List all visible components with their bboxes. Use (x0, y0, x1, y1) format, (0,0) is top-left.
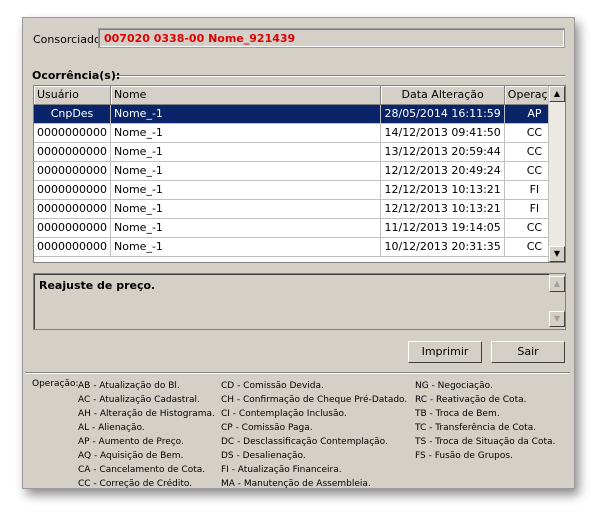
cell-data-alteracao: 13/12/2013 20:59:44 (380, 142, 505, 162)
legend-item: CC - Correção de Crédito. (78, 479, 193, 489)
legend-label: Operação: (32, 379, 79, 389)
table-row[interactable]: CnpDes Nome_-1 28/05/2014 16:11:59 AP (34, 104, 565, 124)
cell-nome: Nome_-1 (110, 142, 382, 162)
legend-column-2: CD - Comissão Devida. CH - Confirmação d… (221, 379, 407, 491)
legend-item: CP - Comissão Paga. (221, 423, 313, 433)
scroll-up-arrow-icon[interactable]: ▲ (549, 86, 565, 102)
cell-usuario: 0000000000 (34, 123, 111, 143)
cell-usuario: 0000000000 (34, 218, 111, 238)
cell-usuario: CnpDes (34, 104, 111, 124)
ocorrencias-title: Ocorrência(s): (32, 69, 121, 82)
memo-vertical-scrollbar[interactable]: ▲ ▼ (549, 274, 565, 329)
consorciado-label: Consorciado: (33, 33, 105, 46)
legend-column-1: AB - Atualização do Bl. AC - Atualização… (78, 379, 215, 491)
ocorrencias-divider (115, 75, 565, 77)
ocorrencias-grid[interactable]: Usuário Nome Data Alteração Operação Cnp… (33, 85, 566, 263)
table-row[interactable]: 0000000000 Nome_-1 12/12/2013 10:13:21 FI (34, 180, 565, 200)
memo-scroll-down-arrow-icon[interactable]: ▼ (549, 311, 565, 327)
legend-item: CA - Cancelamento de Cota. (78, 465, 206, 475)
legend-item: TB - Troca de Bem. (415, 409, 500, 419)
legend-item: NG - Negociação. (415, 381, 493, 391)
legend-item: AL - Alienação. (78, 423, 145, 433)
legend-separator (25, 372, 570, 374)
cell-usuario: 0000000000 (34, 199, 111, 219)
consorciado-value: 007020 0338-00 Nome_921439 (104, 32, 296, 45)
legend-item: RC - Reativação de Cota. (415, 395, 527, 405)
column-header-usuario[interactable]: Usuário (34, 86, 111, 105)
legend-item: AH - Alteração de Histograma. (78, 409, 215, 419)
cell-data-alteracao: 10/12/2013 20:31:35 (380, 237, 505, 257)
table-row[interactable]: 0000000000 Nome_-1 14/12/2013 09:41:50 CC (34, 123, 565, 143)
memo-text: Reajuste de preço. (39, 279, 156, 292)
exit-button[interactable]: Sair (491, 341, 565, 363)
cell-nome: Nome_-1 (110, 199, 382, 219)
cell-usuario: 0000000000 (34, 161, 111, 181)
grid-vertical-scrollbar[interactable]: ▲ ▼ (548, 86, 565, 262)
legend-item: AQ - Aquisição de Bem. (78, 451, 184, 461)
print-button[interactable]: Imprimir (408, 341, 482, 363)
table-row[interactable]: 0000000000 Nome_-1 11/12/2013 19:14:05 CC (34, 218, 565, 238)
cell-usuario: 0000000000 (34, 237, 111, 257)
consorciado-field: 007020 0338-00 Nome_921439 (98, 28, 565, 48)
cell-nome: Nome_-1 (110, 237, 382, 257)
cell-data-alteracao: 14/12/2013 09:41:50 (380, 123, 505, 143)
legend-item: TC - Transferência de Cota. (415, 423, 537, 433)
legend-item: TS - Troca de Situação da Cota. (415, 437, 556, 447)
table-row[interactable]: 0000000000 Nome_-1 13/12/2013 20:59:44 CC (34, 142, 565, 162)
consorciado-window: Consorciado: 007020 0338-00 Nome_921439 … (22, 17, 575, 489)
legend-item: CD - Comissão Devida. (221, 381, 324, 391)
legend-item: FI - Atualização Financeira. (221, 465, 342, 475)
cell-usuario: 0000000000 (34, 180, 111, 200)
memo-scroll-up-arrow-icon[interactable]: ▲ (549, 276, 565, 292)
observacao-memo[interactable]: Reajuste de preço. ▲ ▼ (33, 273, 566, 330)
cell-usuario: 0000000000 (34, 142, 111, 162)
legend-item: AB - Atualização do Bl. (78, 381, 180, 391)
table-row[interactable]: 0000000000 Nome_-1 10/12/2013 20:31:35 CC (34, 237, 565, 257)
cell-data-alteracao: 28/05/2014 16:11:59 (380, 104, 505, 124)
legend-item: MA - Manutenção de Assembleia. (221, 479, 371, 489)
cell-data-alteracao: 12/12/2013 10:13:21 (380, 199, 505, 219)
legend-item: FS - Fusão de Grupos. (415, 451, 513, 461)
ocorrencias-table: Usuário Nome Data Alteração Operação Cnp… (34, 86, 565, 257)
column-header-nome[interactable]: Nome (110, 86, 382, 105)
legend-item: DS - Desalienação. (221, 451, 306, 461)
cell-data-alteracao: 12/12/2013 20:49:24 (380, 161, 505, 181)
cell-nome: Nome_-1 (110, 161, 382, 181)
legend-item: AP - Aumento de Preço. (78, 437, 184, 447)
legend-item: DC - Desclassificação Contemplação. (221, 437, 388, 447)
cell-nome: Nome_-1 (110, 104, 382, 124)
column-header-data-alteracao[interactable]: Data Alteração (380, 86, 505, 105)
cell-nome: Nome_-1 (110, 123, 382, 143)
table-row[interactable]: 0000000000 Nome_-1 12/12/2013 10:13:21 FI (34, 199, 565, 219)
legend-item: AC - Atualização Cadastral. (78, 395, 200, 405)
cell-nome: Nome_-1 (110, 180, 382, 200)
table-row[interactable]: 0000000000 Nome_-1 12/12/2013 20:49:24 CC (34, 161, 565, 181)
scroll-down-arrow-icon[interactable]: ▼ (549, 246, 565, 262)
cell-data-alteracao: 12/12/2013 10:13:21 (380, 180, 505, 200)
legend-item: CI - Contemplação Inclusão. (221, 409, 347, 419)
cell-nome: Nome_-1 (110, 218, 382, 238)
legend-item: CH - Confirmação de Cheque Pré-Datado. (221, 395, 408, 405)
cell-data-alteracao: 11/12/2013 19:14:05 (380, 218, 505, 238)
legend-column-3: NG - Negociação. RC - Reativação de Cota… (415, 379, 555, 463)
